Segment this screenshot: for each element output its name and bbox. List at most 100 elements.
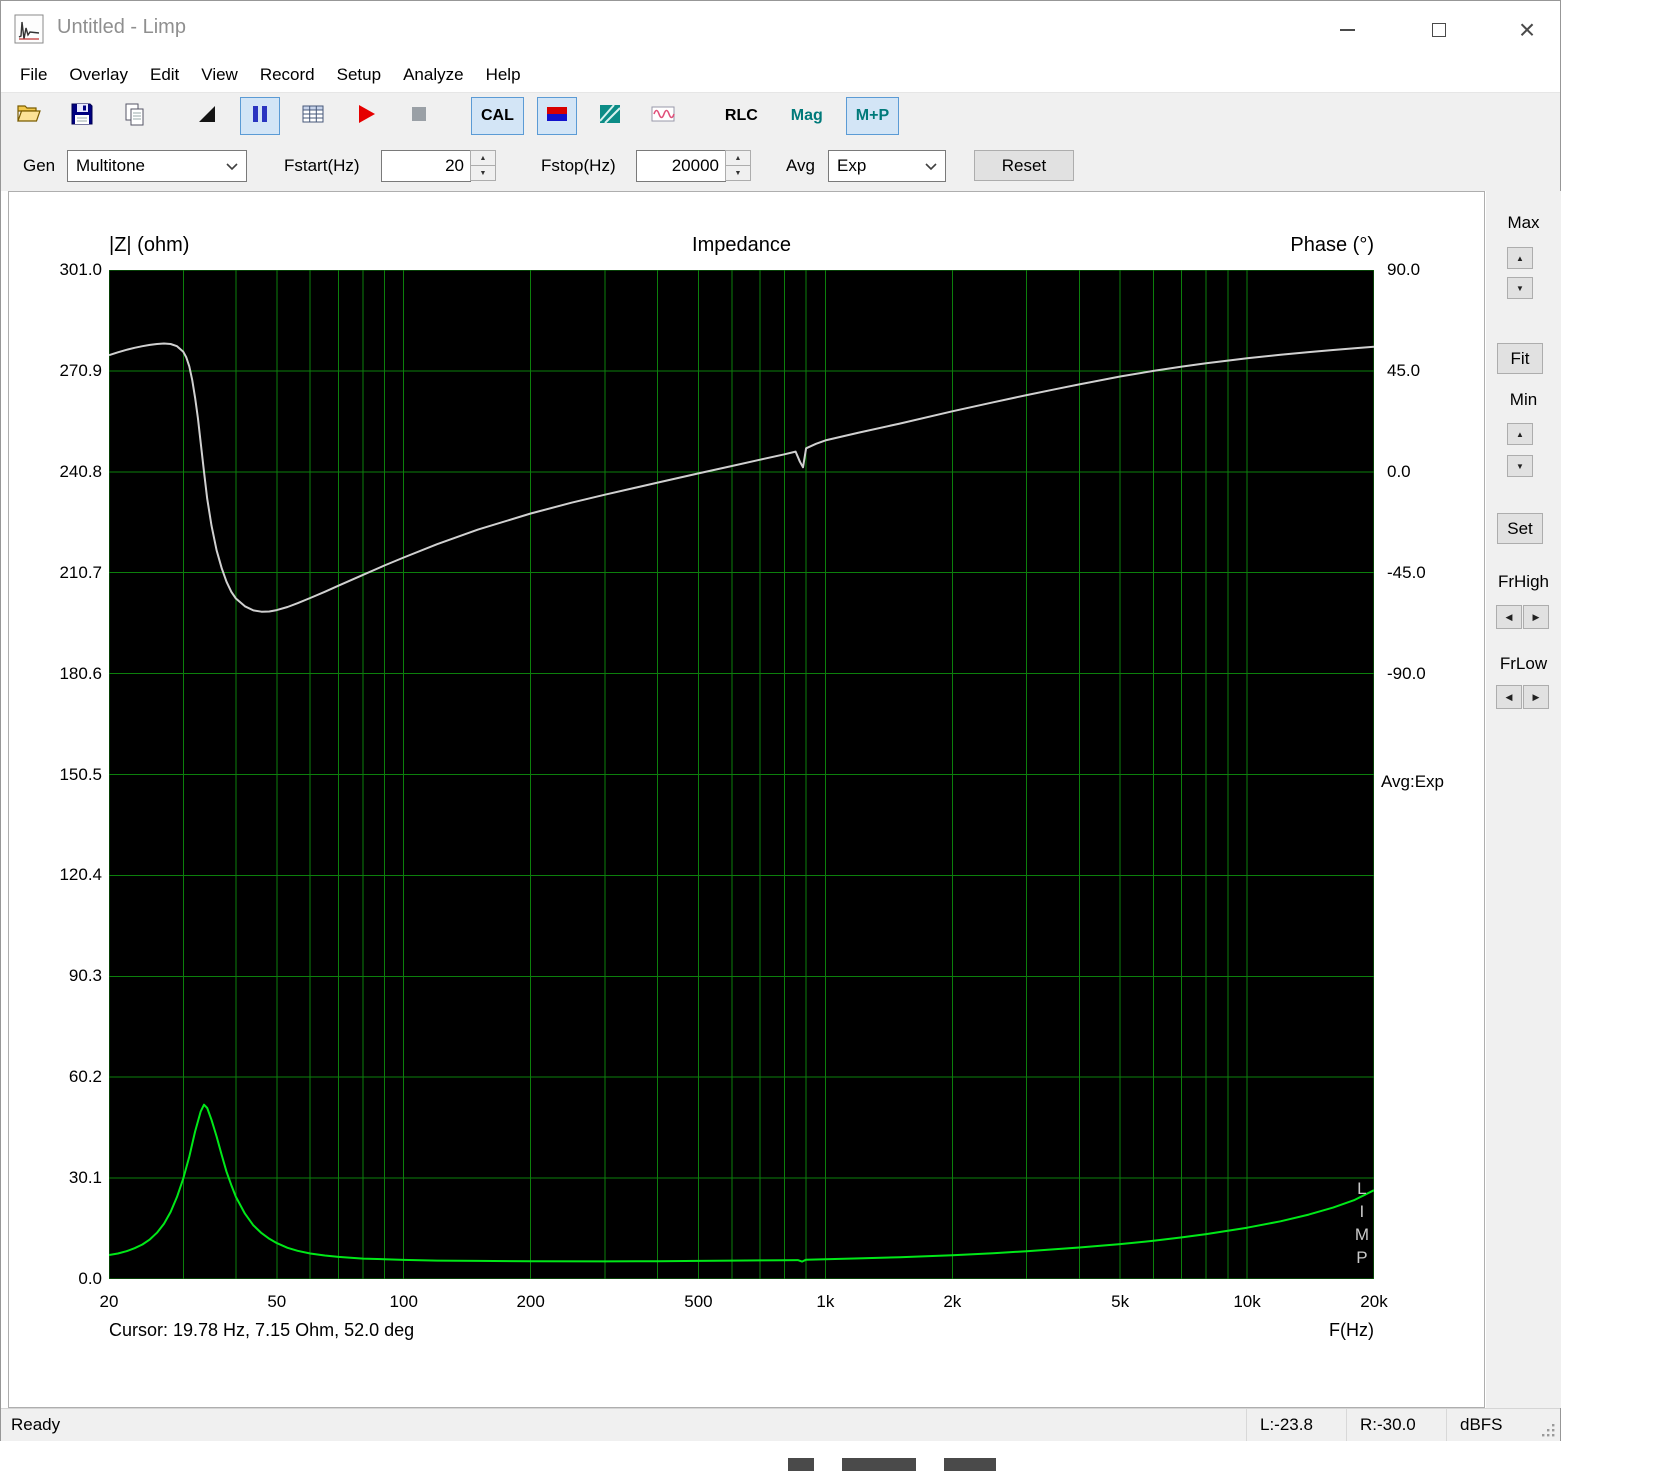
gen-select[interactable]: Multitone	[67, 150, 247, 182]
menu-record[interactable]: Record	[249, 58, 326, 92]
z-axis-tick: 30.1	[68, 1168, 102, 1188]
fit-button[interactable]: Fit	[1497, 343, 1543, 374]
frlow-right-button[interactable]: ▶	[1523, 685, 1549, 709]
down-arrow-icon: ▼	[479, 169, 487, 177]
table-button[interactable]	[293, 97, 333, 135]
fstart-spinner: ▲ ▼	[470, 150, 496, 182]
phase-axis-tick: -90.0	[1387, 663, 1426, 683]
menu-file[interactable]: File	[9, 58, 58, 92]
save-button[interactable]	[62, 97, 102, 135]
menu-analyze[interactable]: Analyze	[392, 58, 474, 92]
resize-grip[interactable]	[1539, 1421, 1557, 1439]
close-button[interactable]: ×	[1494, 1, 1560, 58]
min-up-button[interactable]: ▲	[1507, 423, 1533, 445]
max-down-button[interactable]: ▼	[1507, 277, 1533, 299]
open-button[interactable]	[9, 97, 49, 135]
max-up-button[interactable]: ▲	[1507, 247, 1533, 269]
maximize-button[interactable]	[1406, 1, 1472, 58]
avg-select[interactable]: Exp	[828, 150, 946, 182]
fstart-input[interactable]	[381, 150, 471, 182]
gen-label: Gen	[23, 156, 56, 175]
right-arrow-icon: ▶	[1532, 611, 1540, 622]
fstop-input[interactable]	[636, 150, 726, 182]
play-button[interactable]	[346, 97, 386, 135]
menu-edit[interactable]: Edit	[139, 58, 190, 92]
save-icon	[69, 101, 95, 132]
cal-button[interactable]: CAL	[471, 97, 524, 135]
freq-axis-tick: 1k	[816, 1292, 835, 1311]
fstop-spin-down-button[interactable]: ▼	[725, 165, 751, 181]
status-right-level: R:-30.0	[1346, 1409, 1446, 1441]
menu-help[interactable]: Help	[475, 58, 532, 92]
plot-area[interactable]: LIMP	[108, 269, 1375, 1280]
copy-icon	[122, 101, 148, 132]
generator-button[interactable]	[536, 97, 577, 135]
frhigh-right-button[interactable]: ▶	[1523, 605, 1549, 629]
avg-selected-value: Exp	[837, 156, 867, 175]
avg-label: Avg	[786, 156, 815, 175]
reset-label: Reset	[1001, 155, 1047, 175]
window-title: Untitled - Limp	[57, 16, 186, 38]
pen-button[interactable]	[187, 97, 227, 135]
open-icon	[16, 101, 42, 132]
spectrum-icon	[597, 101, 623, 132]
down-arrow-icon: ▼	[1516, 283, 1524, 293]
tool-band: CAL RLC Mag M+P Gen Multitone Fstart(Hz) ▲ …	[1, 92, 1560, 191]
phase-axis-title: Phase (°)	[1290, 234, 1374, 256]
menu-setup[interactable]: Setup	[326, 58, 392, 92]
phase-axis-tick: 0.0	[1387, 461, 1411, 481]
limp-overlay-label: LIMP	[1355, 1177, 1369, 1269]
limp-overlay-letter: L	[1357, 1179, 1367, 1198]
up-arrow-icon: ▲	[734, 154, 742, 162]
rlc-label: RLC	[724, 107, 758, 124]
stop-button[interactable]	[399, 97, 439, 135]
close-icon: ×	[1518, 13, 1536, 45]
mp-button[interactable]: M+P	[845, 97, 900, 135]
freq-axis-tick: 2k	[943, 1292, 962, 1311]
freq-axis-tick: 500	[684, 1292, 713, 1311]
max-label: Max	[1507, 213, 1540, 232]
min-down-button[interactable]: ▼	[1507, 455, 1533, 477]
pause-button[interactable]	[240, 97, 280, 135]
copy-button[interactable]	[115, 97, 155, 135]
cursor-readout: Cursor: 19.78 Hz, 7.15 Ohm, 52.0 deg	[109, 1320, 415, 1340]
set-label: Set	[1507, 518, 1533, 538]
set-button[interactable]: Set	[1497, 513, 1543, 544]
pause-icon	[247, 101, 273, 132]
menu-view[interactable]: View	[190, 58, 249, 92]
avg-mode-label: Avg:Exp	[1381, 772, 1445, 791]
left-arrow-icon: ◀	[1505, 611, 1513, 622]
spectrum-button[interactable]	[590, 97, 630, 135]
fstart-label: Fstart(Hz)	[284, 156, 360, 175]
freq-axis-tick: 50	[267, 1292, 287, 1311]
z-axis-tick: 150.5	[59, 764, 102, 784]
toolbar: CAL RLC Mag M+P	[9, 96, 900, 136]
toolbar-separator	[696, 97, 702, 135]
reset-button[interactable]: Reset	[974, 150, 1074, 181]
fstop-label: Fstop(Hz)	[541, 156, 616, 175]
freq-axis-tick: 20	[99, 1292, 119, 1311]
app-icon	[14, 14, 44, 44]
z-axis-tick: 60.2	[68, 1067, 102, 1087]
fstart-spin-down-button[interactable]: ▼	[470, 165, 496, 181]
limp-overlay-letter: I	[1359, 1202, 1365, 1221]
fstart-spin-up-button[interactable]: ▲	[470, 150, 496, 166]
waveform-button[interactable]	[643, 97, 683, 135]
frlow-left-button[interactable]: ◀	[1496, 685, 1522, 709]
limp-overlay-letter: P	[1356, 1248, 1368, 1267]
fstop-spin-up-button[interactable]: ▲	[725, 150, 751, 166]
table-icon	[300, 101, 326, 132]
freq-axis-tick: 5k	[1111, 1292, 1130, 1311]
frhigh-label: FrHigh	[1497, 572, 1549, 591]
mag-button[interactable]: Mag	[781, 97, 833, 135]
status-left-level: L:-23.8	[1246, 1409, 1346, 1441]
screen: Untitled - Limp × File Overlay Edit View Rec…	[0, 0, 1669, 1475]
menu-overlay[interactable]: Overlay	[58, 58, 139, 92]
maximize-icon	[1432, 22, 1446, 37]
status-ready: Ready	[11, 1415, 61, 1434]
up-arrow-icon: ▲	[479, 154, 487, 162]
min-label: Min	[1509, 390, 1538, 409]
minimize-button[interactable]	[1314, 1, 1380, 58]
frhigh-left-button[interactable]: ◀	[1496, 605, 1522, 629]
rlc-button[interactable]: RLC	[715, 97, 768, 135]
